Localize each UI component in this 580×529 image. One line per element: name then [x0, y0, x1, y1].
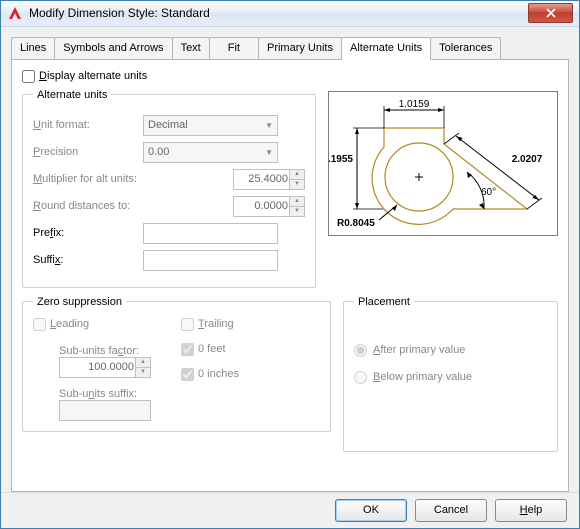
precision-select[interactable]: 0.00 ▼ [143, 142, 278, 163]
subunits-factor-value: 100.0000 [88, 361, 134, 373]
chevron-down-icon: ▼ [265, 148, 273, 157]
svg-text:60°: 60° [481, 187, 496, 198]
chevron-up-icon[interactable]: ▲ [290, 197, 304, 207]
round-spinner[interactable]: ▲▼ [289, 197, 304, 216]
tab-lines[interactable]: Lines [11, 37, 55, 59]
round-label: Round distances to: [33, 200, 143, 212]
alternate-units-legend: Alternate units [33, 89, 111, 101]
precision-label: Precision [33, 146, 143, 158]
tab-fit[interactable]: Fit [209, 37, 259, 59]
round-input[interactable]: 0.0000 ▲▼ [233, 196, 305, 217]
chevron-down-icon[interactable]: ▼ [290, 180, 304, 189]
chevron-down-icon: ▼ [265, 121, 273, 130]
unit-format-select[interactable]: Decimal ▼ [143, 115, 278, 136]
zero-feet-checkbox [181, 343, 194, 356]
precision-value: 0.00 [148, 146, 169, 158]
tab-body: Display alternate units Alternate units … [11, 60, 569, 492]
alternate-units-group: Alternate units Unit format: Decimal ▼ P… [22, 89, 316, 288]
content-area: Lines Symbols and Arrows Text Fit Primar… [1, 27, 579, 492]
svg-text:2.0207: 2.0207 [512, 154, 543, 165]
placement-group: Placement After primary value Below prim… [343, 296, 558, 452]
titlebar: Modify Dimension Style: Standard [1, 1, 579, 27]
subunits-factor-spinner: ▲▼ [135, 358, 150, 377]
prefix-label: Prefix: [33, 227, 143, 239]
tab-tolerances[interactable]: Tolerances [430, 37, 501, 59]
tab-symbols-arrows[interactable]: Symbols and Arrows [54, 37, 172, 59]
help-button[interactable]: Help [495, 499, 567, 522]
unit-format-value: Decimal [148, 119, 188, 131]
chevron-up-icon: ▲ [136, 358, 150, 368]
display-alternate-units-checkbox[interactable] [22, 70, 35, 83]
dialog-window: Modify Dimension Style: Standard Lines S… [0, 0, 580, 529]
preview-pane: 1.0159 1.1955 2.0207 [328, 91, 558, 236]
zero-suppression-legend: Zero suppression [33, 296, 126, 308]
zero-suppression-group: Zero suppression Leading Sub-units facto… [22, 296, 331, 432]
chevron-down-icon[interactable]: ▼ [290, 207, 304, 216]
subunits-factor-label: Sub-units factor: [59, 345, 151, 357]
tab-alternate-units[interactable]: Alternate Units [341, 37, 431, 60]
trailing-label: Trailing [198, 318, 234, 330]
chevron-down-icon: ▼ [136, 368, 150, 377]
placement-legend: Placement [354, 296, 414, 308]
close-icon [546, 8, 556, 18]
multiplier-label: Multiplier for alt units: [33, 173, 143, 185]
display-alternate-units-label: Display alternate units [39, 70, 147, 82]
suffix-label: Suffix: [33, 254, 143, 266]
subunits-suffix-label: Sub-units suffix: [59, 388, 151, 400]
subunits-factor-input: 100.0000 ▲▼ [59, 357, 151, 378]
cancel-button[interactable]: Cancel [415, 499, 487, 522]
ok-button[interactable]: OK [335, 499, 407, 522]
svg-text:1.1955: 1.1955 [329, 154, 353, 165]
leading-label: Leading [50, 318, 89, 330]
unit-format-label: Unit format: [33, 119, 143, 131]
tab-primary-units[interactable]: Primary Units [258, 37, 342, 59]
leading-checkbox [33, 318, 46, 331]
zero-feet-label: 0 feet [198, 343, 226, 355]
dialog-footer: OK Cancel Help [1, 492, 579, 528]
round-value: 0.0000 [254, 200, 288, 212]
chevron-up-icon[interactable]: ▲ [290, 170, 304, 180]
multiplier-spinner[interactable]: ▲▼ [289, 170, 304, 189]
app-icon [7, 5, 23, 21]
multiplier-input[interactable]: 25.4000 ▲▼ [233, 169, 305, 190]
subunits-suffix-input [59, 400, 151, 421]
multiplier-value: 25.4000 [248, 173, 288, 185]
tab-text[interactable]: Text [172, 37, 210, 59]
close-button[interactable] [528, 3, 573, 23]
window-title: Modify Dimension Style: Standard [29, 6, 528, 20]
tab-strip: Lines Symbols and Arrows Text Fit Primar… [11, 37, 569, 60]
suffix-input[interactable] [143, 250, 278, 271]
below-primary-label: Below primary value [373, 371, 472, 383]
zero-inches-checkbox [181, 368, 194, 381]
after-primary-radio [354, 344, 367, 357]
svg-text:1.0159: 1.0159 [399, 99, 430, 110]
svg-text:R0.8045: R0.8045 [337, 218, 375, 229]
prefix-input[interactable] [143, 223, 278, 244]
after-primary-label: After primary value [373, 344, 465, 356]
zero-inches-label: 0 inches [198, 368, 239, 380]
trailing-checkbox [181, 318, 194, 331]
below-primary-radio [354, 371, 367, 384]
